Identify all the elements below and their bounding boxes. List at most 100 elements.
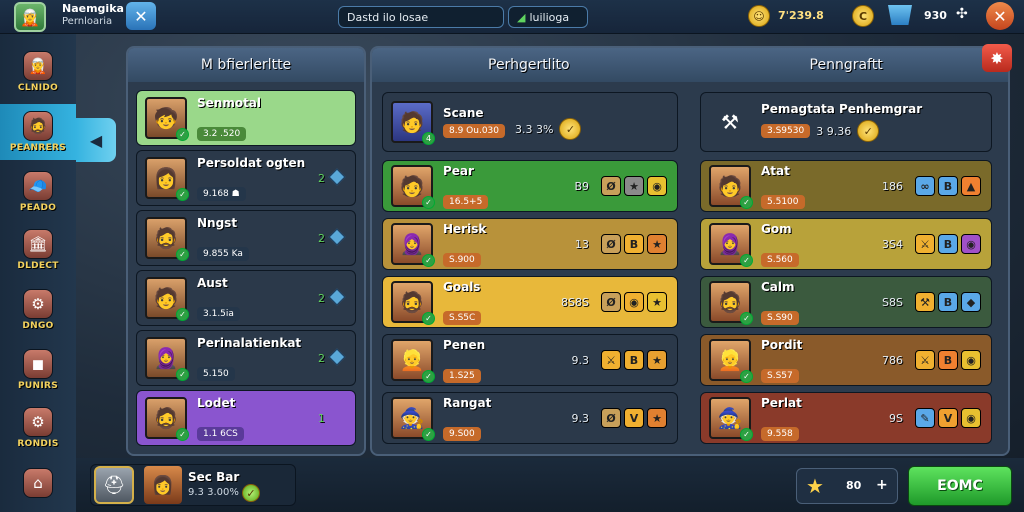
sidebar-item[interactable]: 🧔 PEANRERS [0,104,76,160]
shop-bag-icon[interactable] [888,5,912,25]
sidebar-item[interactable]: ⌂ [0,456,76,512]
star-icon[interactable]: ★ [624,176,644,196]
sidebar-item[interactable]: 🏛 DLDECT [0,222,76,278]
book-icon[interactable]: B [938,176,958,196]
portrait: 🧔 ✓ [145,397,189,441]
right-row-card[interactable]: 🧕 ✓ Gom S.560 3S4 ⚔ B ◉ [700,218,992,270]
left-row-card[interactable]: 🧑 ✓ Aust 3.1.5ia 2 [136,270,356,326]
right-featured-card[interactable]: ⚒ Pemagtata Penhemgrar 3.S9530 3 9.36 ✓ [700,92,992,152]
middle-row-card[interactable]: 🧕 ✓ Herisk S.900 13 Ø B ★ [382,218,678,270]
row-value: B9 [574,179,589,193]
sidebar-item[interactable]: 🧢 PEADO [0,164,76,220]
collapse-sidebar-button[interactable]: ◀ [76,118,116,162]
settings-icon[interactable]: ✣ [956,6,968,22]
left-row-card[interactable]: 🧕 ✓ Perinalatienkat 5.150 2 [136,330,356,386]
book-icon[interactable]: B [938,292,958,312]
hammer-icon[interactable]: ⚒ [915,292,935,312]
row-text: Pear 16.5+5 [443,164,574,209]
player-avatar[interactable]: 🧝 [14,2,46,32]
sidebar-item-label: RONDIS [17,439,59,449]
diamond-icon[interactable] [328,288,346,306]
middle-row-card[interactable]: 🧙 ✓ Rangat 9.S00 9.3 Ø V ★ [382,392,678,444]
close-panel-button[interactable]: ✸ [982,44,1012,72]
diamond-icon[interactable] [328,168,346,186]
sword-icon[interactable]: ⚔ [915,234,935,254]
check-icon: ✓ [242,484,260,502]
shield-icon[interactable]: ◉ [961,408,981,428]
middle-row-card[interactable]: 👱 ✓ Penen 1.S25 9.3 ⚔ B ★ [382,334,678,386]
row-value: 1 [318,411,325,425]
flag-icon[interactable]: V [624,408,644,428]
left-row-card[interactable]: 👩 ✓ Persoldat ogten 9.168 ☗ 2 [136,150,356,206]
book-icon[interactable]: B [624,234,644,254]
crossbow-icon: ⚒ [721,110,739,134]
middle-row-card[interactable]: 🧑 ✓ Pear 16.5+5 B9 Ø ★ ◉ [382,160,678,212]
diamond-icon[interactable] [328,228,346,246]
filter-label: luilioga [529,10,570,24]
hero-name: Atat [761,163,790,178]
exit-button[interactable]: ✕ [986,2,1014,30]
bond-icon[interactable]: Ø [601,408,621,428]
go-button[interactable]: EOMC [908,466,1012,506]
hero-name: Senmotal [197,95,262,110]
hero-name: Perinalatienkat [197,335,302,350]
diamond-icon[interactable]: ◆ [961,292,981,312]
search-input[interactable]: Dastd ilo losae [338,6,504,28]
sidebar-item[interactable]: ⚙ RONDIS [0,400,76,456]
diamond-icon[interactable] [328,348,346,366]
gem-icon[interactable]: ◉ [961,234,981,254]
star-icon[interactable]: ★ [647,292,667,312]
hero-name: Gom [761,221,792,236]
book-icon[interactable]: B [938,234,958,254]
level-badge: ✓ [422,428,435,441]
sidebar-item[interactable]: ◼ PUNIRS [0,342,76,398]
hero-sub: 1.1 6CS [197,426,244,441]
bond-icon[interactable]: Ø [601,176,621,196]
hero-name: Rangat [443,395,492,410]
feather-icon[interactable]: ✎ [915,408,935,428]
level-badge: ✓ [740,370,753,383]
row-text: Perinalatienkat 5.150 [197,336,318,381]
left-row-card[interactable]: 🧔 ✓ Lodet 1.1 6CS 1 [136,390,356,446]
right-row-card[interactable]: 🧙 ✓ Perlat 9.558 9S ✎ V ◉ [700,392,992,444]
right-row-card[interactable]: 🧔 ✓ Calm S.S90 S8S ⚒ B ◆ [700,276,992,328]
middle-featured-card[interactable]: 🧑 4 Scane 8.9 Ou.030 3.3 3% ✓ [382,92,678,152]
book-icon[interactable]: B [624,350,644,370]
star-icon[interactable]: ★ [647,234,667,254]
right-row-card[interactable]: 👱 ✓ Pordit S.S57 786 ⚔ B ◉ [700,334,992,386]
level-badge: ✓ [740,196,753,209]
portrait: 🧕 ✓ [145,337,189,381]
row-value: 8S8S [561,295,589,309]
left-panel-title: M bfierlerltte [128,48,364,82]
left-row-card[interactable]: 🧒 ✓ Senmotal 3.2 .520 [136,90,356,146]
shield-icon[interactable]: ◉ [647,176,667,196]
close-top-button[interactable]: ✕ [126,2,156,30]
sword-icon[interactable]: ⚔ [915,350,935,370]
middle-row-card[interactable]: 🧔 ✓ Goals S.S5C 8S8S Ø ◉ ★ [382,276,678,328]
hero-sub: 16.5+5 [443,194,489,209]
left-row-card[interactable]: 🧔 ✓ Nngst 9.855 Ka 2 [136,210,356,266]
gem-icon: C [852,5,874,27]
shield-icon[interactable]: ◉ [961,350,981,370]
flag-icon[interactable]: V [938,408,958,428]
star-icon[interactable]: ★ [647,350,667,370]
coin-icon[interactable]: ◉ [624,292,644,312]
level-badge: ✓ [740,312,753,325]
book-icon[interactable]: B [938,350,958,370]
sword-icon[interactable]: ⚔ [601,350,621,370]
row-text: Atat 5.5100 [761,164,882,209]
top-bar: 🧝 Naemgika Pernloaria ✕ Dastd ilo losae … [0,0,1024,34]
link-icon[interactable]: ∞ [915,176,935,196]
bond-icon[interactable]: Ø [601,234,621,254]
hero-stat: 3 9.36 [816,124,852,138]
right-row-card[interactable]: 🧑 ✓ Atat 5.5100 186 ∞ B ▲ [700,160,992,212]
sidebar-item[interactable]: ⚙ DNGO [0,282,76,338]
star-icon[interactable]: ★ [647,408,667,428]
bond-icon[interactable]: Ø [601,292,621,312]
hero-sub: 3.1.5ia [197,306,240,321]
gold-amount: 7ˈ239.8 [778,9,824,22]
filter-button[interactable]: ◢ luilioga [508,6,588,28]
sidebar-item[interactable]: 🧝 CLNIDO [0,44,76,100]
arrow-up-icon[interactable]: ▲ [961,176,981,196]
add-button[interactable]: + [876,477,888,493]
